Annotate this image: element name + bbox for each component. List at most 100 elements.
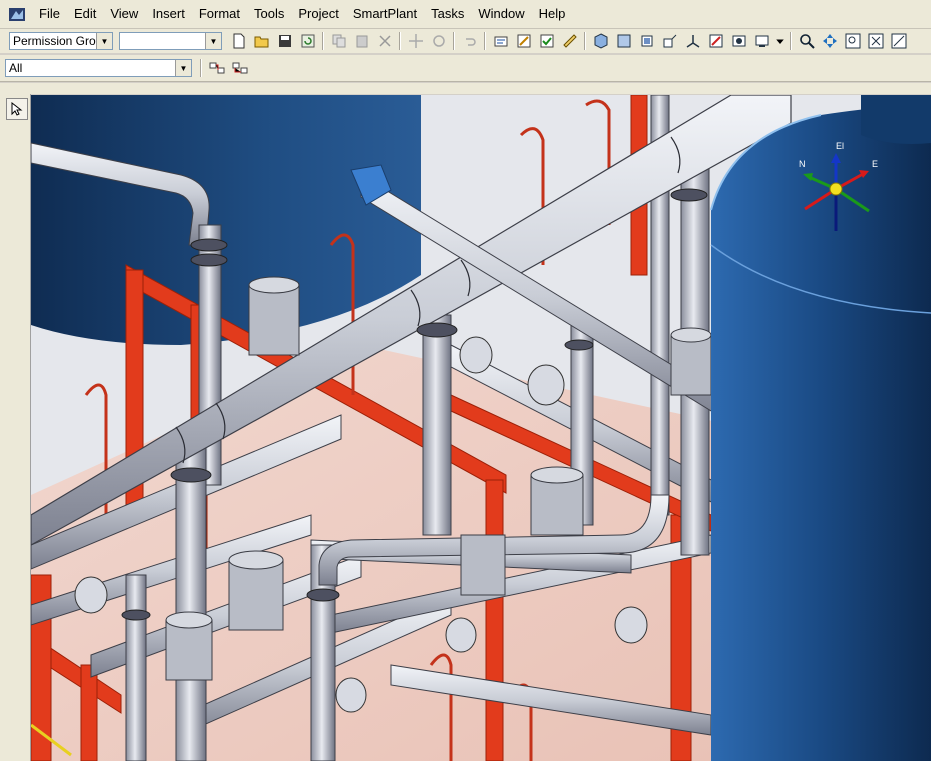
menu-help[interactable]: Help <box>532 0 573 28</box>
view-iso-button[interactable] <box>682 31 703 52</box>
filter-properties-button[interactable] <box>229 58 250 79</box>
copy-icon <box>332 34 345 48</box>
menu-view[interactable]: View <box>103 0 145 28</box>
toolbar-separator <box>399 32 401 50</box>
render-icon <box>732 35 745 47</box>
menu-project[interactable]: Project <box>291 0 345 28</box>
refresh-button[interactable] <box>297 31 318 52</box>
active-combo[interactable]: ▼ <box>119 32 222 50</box>
chevron-down-icon[interactable]: ▼ <box>96 33 112 49</box>
view-cube-button[interactable] <box>590 31 611 52</box>
refresh-icon <box>301 34 314 48</box>
cube-side-icon <box>663 34 676 48</box>
cube-top-icon <box>617 34 630 48</box>
open-folder-icon <box>254 36 268 48</box>
properties-button[interactable] <box>490 31 511 52</box>
clip-button[interactable] <box>705 31 726 52</box>
compass-north-label: N <box>799 159 806 169</box>
check-button[interactable] <box>536 31 557 52</box>
delete-button[interactable] <box>374 31 395 52</box>
toolbar-separator <box>790 32 792 50</box>
clip-icon <box>709 34 722 48</box>
toolbar-separator <box>322 32 324 50</box>
filter-select-button[interactable] <box>206 58 227 79</box>
menu-bar: File Edit View Insert Format Tools Proje… <box>0 0 931 29</box>
rotate-button[interactable] <box>428 31 449 52</box>
properties-icon <box>494 36 507 47</box>
menu-smartplant[interactable]: SmartPlant <box>346 0 424 28</box>
undo-button[interactable] <box>459 31 480 52</box>
view-front-button[interactable] <box>636 31 657 52</box>
filter-toolbar: All ▼ <box>0 55 931 82</box>
edit-button[interactable] <box>513 31 534 52</box>
ruler-icon <box>562 34 577 48</box>
graphic-view[interactable]: N E El <box>31 95 931 761</box>
zoom-area-button[interactable] <box>842 31 863 52</box>
toolbar-separator <box>453 32 455 50</box>
new-button[interactable] <box>228 31 249 52</box>
toolbar-spacer <box>0 83 931 94</box>
select-tool-button[interactable] <box>6 98 28 120</box>
axis-icon <box>686 35 699 48</box>
new-file-icon <box>233 33 244 49</box>
chevron-down-icon[interactable]: ▼ <box>205 33 221 49</box>
menu-file[interactable]: File <box>32 0 67 28</box>
filter-combo-value: All <box>9 61 23 75</box>
paste-icon <box>356 35 367 48</box>
menu-edit[interactable]: Edit <box>67 0 103 28</box>
measure-button[interactable] <box>559 31 580 52</box>
pan-button[interactable] <box>819 31 840 52</box>
compass-elevation-label: El <box>836 141 845 151</box>
magnifier-icon <box>799 34 815 49</box>
display-mode-dropdown[interactable] <box>774 31 786 52</box>
view-side-button[interactable] <box>659 31 680 52</box>
compass-east-label: E <box>872 159 879 169</box>
menu-insert[interactable]: Insert <box>145 0 192 28</box>
cube-front-icon <box>641 35 652 47</box>
view-top-button[interactable] <box>613 31 634 52</box>
compass-axes-icon <box>803 153 870 231</box>
main-toolbar: Permission Grou ▼ ▼ <box>0 29 931 53</box>
chevron-down-icon <box>776 39 784 44</box>
save-button[interactable] <box>274 31 295 52</box>
rotate-icon <box>432 35 445 47</box>
cube-icon <box>594 33 607 49</box>
fit-button[interactable] <box>865 31 886 52</box>
filter-combo[interactable]: All ▼ <box>5 59 192 77</box>
arrow-pointer-icon <box>11 102 23 116</box>
move-icon <box>408 34 423 48</box>
left-toolbar <box>0 94 31 761</box>
undo-icon <box>465 38 476 46</box>
save-icon <box>278 35 291 47</box>
monitor-icon <box>755 35 768 47</box>
chevron-down-icon[interactable]: ▼ <box>175 60 191 76</box>
open-button[interactable] <box>251 31 272 52</box>
app-icon <box>9 8 25 21</box>
menu-format[interactable]: Format <box>192 0 247 28</box>
zoom-area-icon <box>845 33 860 49</box>
permission-group-combo[interactable]: Permission Grou ▼ <box>9 32 113 50</box>
pencil-icon <box>517 34 530 48</box>
views-icon <box>891 33 906 49</box>
copy-button[interactable] <box>328 31 349 52</box>
toolbar-separator <box>484 32 486 50</box>
permission-group-value: Permission Grou <box>13 34 96 48</box>
filter-select-icon <box>209 62 224 74</box>
pan-icon <box>822 34 837 48</box>
orientation-triad: N E El <box>791 141 881 231</box>
common-views-button[interactable] <box>888 31 909 52</box>
delete-icon <box>378 35 391 47</box>
toolbar-separator <box>200 59 202 77</box>
zoom-button[interactable] <box>796 31 817 52</box>
filter-properties-icon <box>232 62 247 74</box>
display-mode-button[interactable] <box>751 31 772 52</box>
menu-tools[interactable]: Tools <box>247 0 291 28</box>
menu-tasks[interactable]: Tasks <box>424 0 471 28</box>
paste-button[interactable] <box>351 31 372 52</box>
menu-window[interactable]: Window <box>471 0 531 28</box>
check-icon <box>540 34 553 48</box>
toolbar-separator <box>584 32 586 50</box>
fit-icon <box>868 33 883 49</box>
render-button[interactable] <box>728 31 749 52</box>
move-button[interactable] <box>405 31 426 52</box>
